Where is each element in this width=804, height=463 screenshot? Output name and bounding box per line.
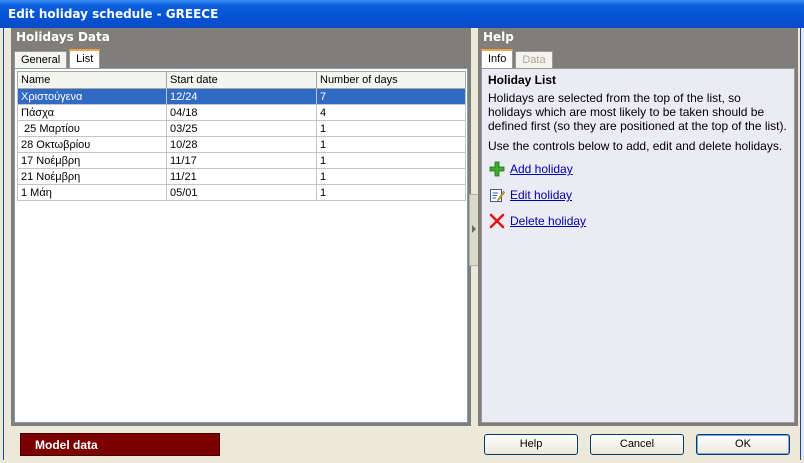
help-button[interactable]: Help [484,434,578,455]
holiday-days: 7 [316,88,466,105]
add-holiday-action: Add holiday [488,159,788,179]
column-header-name[interactable]: Name [17,71,167,89]
help-title: Help [483,30,514,44]
dialog-body: Holidays Data General List Name Start da… [3,28,801,460]
holiday-list-grid[interactable]: Name Start date Number of days Χριστούγε… [14,68,468,423]
holiday-name: 21 Νοέμβρη [17,168,167,185]
holiday-name: Πάσχα [17,104,167,121]
delete-icon[interactable] [488,213,506,229]
table-header-row: Name Start date Number of days [17,71,466,89]
tab-info[interactable]: Info [481,49,514,68]
edit-icon[interactable] [488,187,506,203]
table-row[interactable]: Χριστούγενα 12/24 7 [17,88,466,105]
help-heading: Holiday List [488,73,557,87]
holiday-name: 28 Οκτωβρίου [17,136,167,153]
holiday-days: 1 [316,168,466,185]
column-header-number-of-days[interactable]: Number of days [316,71,466,89]
table-row[interactable]: 17 Νοέμβρη 11/17 1 [17,152,466,169]
table-row[interactable]: Πάσχα 04/18 4 [17,104,466,121]
chevron-right-icon [472,225,476,233]
window-title: Edit holiday schedule - GREECE [0,0,804,28]
delete-holiday-action: Delete holiday [488,211,788,231]
ok-button[interactable]: OK [696,434,790,455]
tab-list[interactable]: List [69,49,101,68]
holiday-name: 17 Νοέμβρη [17,152,167,169]
table-row[interactable]: 21 Νοέμβρη 11/21 1 [17,168,466,185]
column-header-start-date[interactable]: Start date [166,71,317,89]
edit-holiday-link[interactable]: Edit holiday [510,188,572,202]
table-row[interactable]: 1 Μάη 05/01 1 [17,184,466,201]
holiday-days: 1 [316,120,466,137]
add-icon[interactable] [488,161,506,177]
holiday-start-date: 11/21 [166,168,317,185]
holidays-tabs: General List [14,49,102,68]
holiday-start-date: 05/01 [166,184,317,201]
holiday-days: 1 [316,184,466,201]
model-data-label: Model data [20,433,220,456]
holiday-name: 1 Μάη [17,184,167,201]
table-row[interactable]: 25 Μαρτίου 03/25 1 [17,120,466,137]
edit-holiday-action: Edit holiday [488,185,788,205]
holiday-days: 4 [316,104,466,121]
tab-data: Data [515,51,553,68]
help-paragraph: Holidays are selected from the top of th… [488,91,787,133]
holiday-start-date: 10/28 [166,136,317,153]
table-row[interactable]: 28 Οκτωβρίου 10/28 1 [17,136,466,153]
tab-general[interactable]: General [14,51,68,68]
holidays-data-title: Holidays Data [16,30,110,44]
help-paragraph: Use the controls below to add, edit and … [488,139,783,153]
holiday-start-date: 12/24 [166,88,317,105]
holiday-name: Χριστούγενα [17,88,167,105]
holiday-start-date: 04/18 [166,104,317,121]
cancel-button[interactable]: Cancel [590,434,684,455]
help-panel: Help Info Data Holiday List Holidays are… [478,28,798,426]
holiday-start-date: 11/17 [166,152,317,169]
add-holiday-link[interactable]: Add holiday [510,162,573,176]
holiday-name: 25 Μαρτίου [17,120,167,137]
holiday-days: 1 [316,152,466,169]
holiday-days: 1 [316,136,466,153]
help-tabs: Info Data [481,49,555,68]
holiday-start-date: 03/25 [166,120,317,137]
help-info-content: Holiday List Holidays are selected from … [481,68,795,423]
delete-holiday-link[interactable]: Delete holiday [510,214,586,228]
holidays-data-panel: Holidays Data General List Name Start da… [11,28,471,426]
holiday-table: Name Start date Number of days Χριστούγε… [17,71,466,201]
